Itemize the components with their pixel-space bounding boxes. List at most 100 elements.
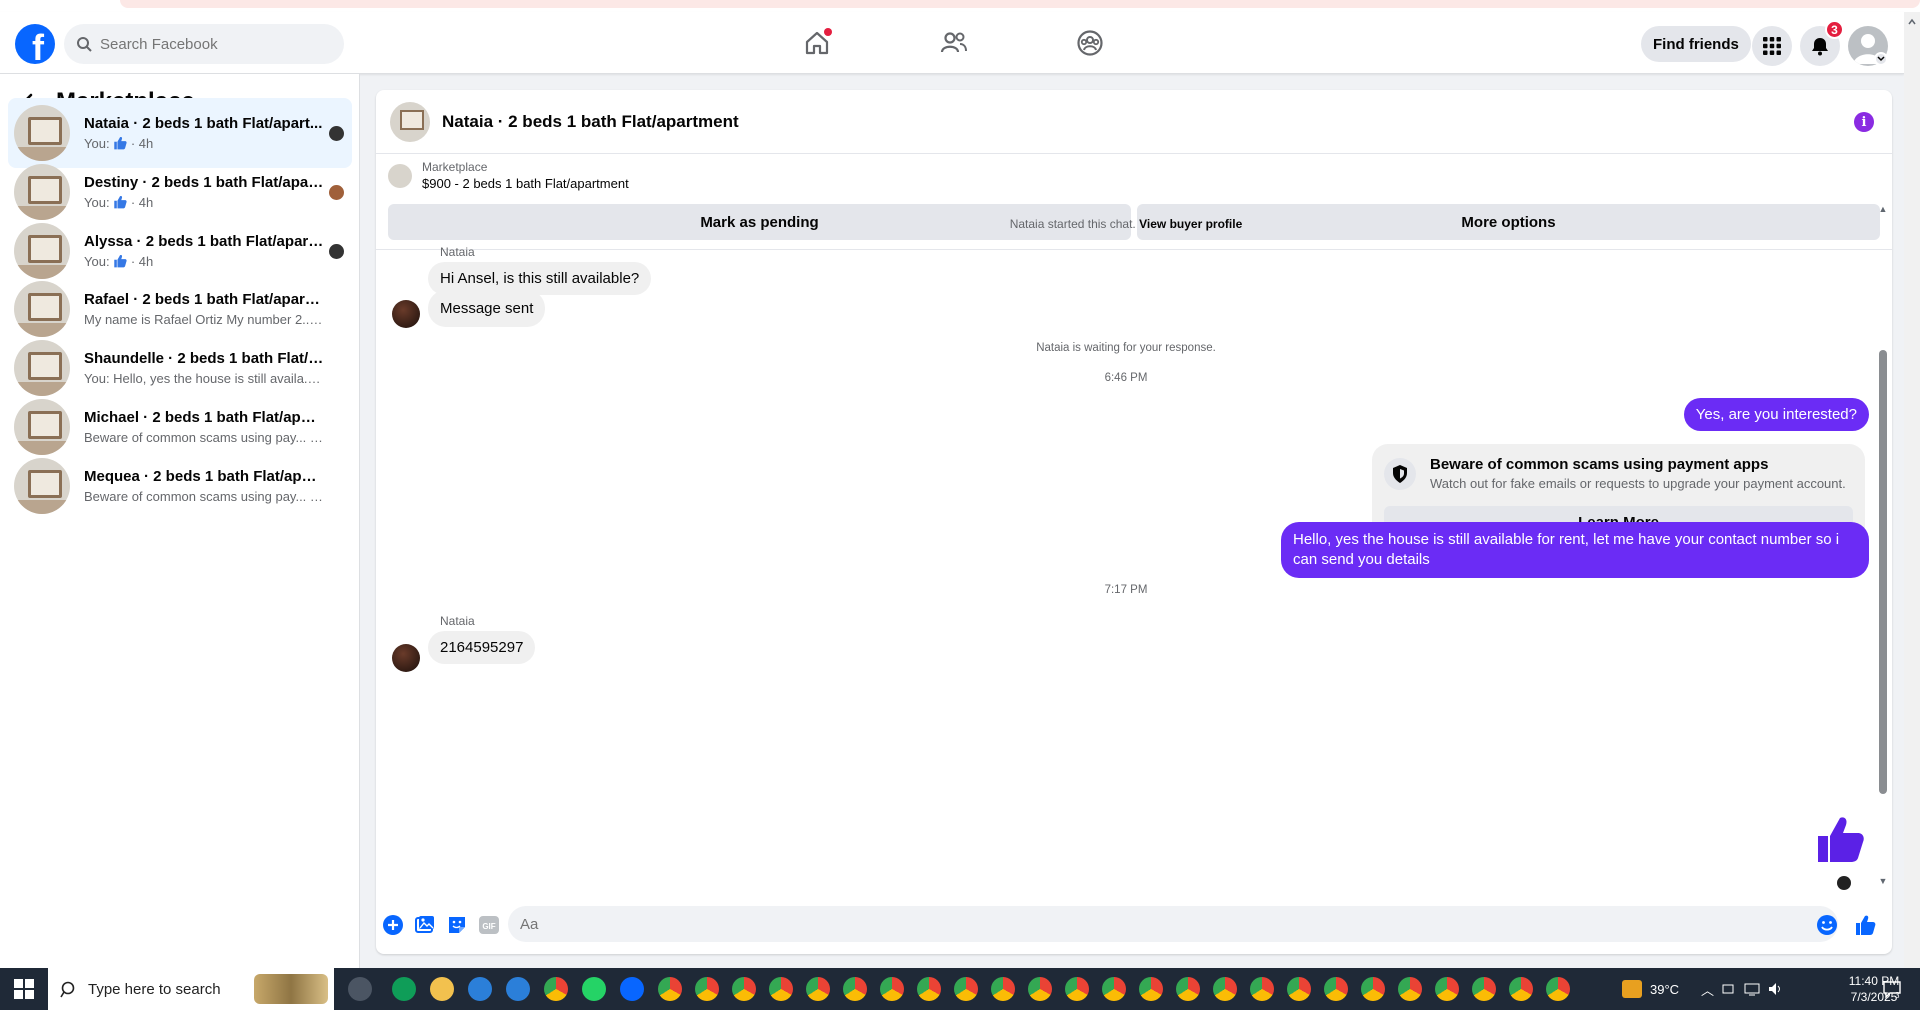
listing-thumbnail[interactable] xyxy=(390,101,430,142)
page-scrollbar[interactable] xyxy=(1904,12,1920,968)
chevron-up-icon[interactable]: ︿ xyxy=(1701,980,1714,999)
notification-center-icon[interactable]: 3 xyxy=(1882,979,1902,999)
chevron-down-icon xyxy=(1877,56,1885,62)
incoming-message[interactable]: 2164595297 xyxy=(428,631,536,664)
sender-avatar[interactable] xyxy=(392,644,420,672)
chrome-profile-icon[interactable] xyxy=(1361,977,1385,1001)
chrome-profile-icon[interactable] xyxy=(769,977,793,1001)
preview-text: You: xyxy=(84,136,110,151)
chrome-profile-icon[interactable] xyxy=(917,977,941,1001)
chrome-icon[interactable] xyxy=(544,977,568,1001)
incoming-message[interactable]: Message sent xyxy=(428,290,546,327)
info-icon[interactable]: i xyxy=(1854,112,1874,132)
chrome-profile-icon[interactable] xyxy=(1028,977,1052,1001)
windows-start-icon[interactable] xyxy=(14,979,34,999)
chrome-profile-icon[interactable] xyxy=(1509,977,1533,1001)
send-like-button[interactable] xyxy=(1854,914,1876,936)
facebook-logo[interactable]: f xyxy=(15,24,55,64)
sender-avatar[interactable] xyxy=(392,300,420,328)
sticker-button[interactable] xyxy=(446,914,468,936)
search-highlight-image xyxy=(254,974,328,1004)
conversation-item[interactable]: Mequea · 2 beds 1 bath Flat/apart... Bewa… xyxy=(8,451,352,521)
groups-icon xyxy=(1077,30,1103,56)
task-view-icon[interactable] xyxy=(348,977,372,1001)
chrome-profile-icon[interactable] xyxy=(1139,977,1163,1001)
seen-indicator-avatar xyxy=(329,184,344,200)
gif-icon: GIF xyxy=(479,916,499,934)
chrome-profile-icon[interactable] xyxy=(843,977,867,1001)
listing-thumbnail xyxy=(14,281,70,338)
gif-button[interactable]: GIF xyxy=(478,914,500,936)
emoji-button[interactable] xyxy=(1816,914,1838,936)
listing-thumbnail xyxy=(14,457,70,514)
weather-temperature[interactable]: 39°C xyxy=(1650,982,1679,997)
chrome-profile-icon[interactable] xyxy=(1213,977,1237,1001)
listing-thumbnail xyxy=(14,222,70,279)
taskbar-search-placeholder: Type here to search xyxy=(88,980,221,998)
network-icon[interactable] xyxy=(1744,982,1760,996)
weather-icon[interactable] xyxy=(1622,980,1642,998)
chrome-profile-icon[interactable] xyxy=(806,977,830,1001)
chrome-profile-icon[interactable] xyxy=(1102,977,1126,1001)
sender-name: Nataia xyxy=(440,245,475,259)
smiley-icon xyxy=(1817,915,1837,935)
chrome-profile-icon[interactable] xyxy=(732,977,756,1001)
chrome-profile-icon[interactable] xyxy=(1324,977,1348,1001)
scroll-up-arrow[interactable]: ▲ xyxy=(1876,204,1890,216)
search-icon xyxy=(77,37,92,52)
thumbs-up-icon[interactable] xyxy=(1812,814,1866,864)
scroll-down-arrow[interactable]: ▼ xyxy=(1876,876,1890,888)
conversation-preview: You: · 4h xyxy=(84,195,324,210)
outgoing-message[interactable]: Hello, yes the house is still available … xyxy=(1281,522,1869,578)
chrome-profile-icon[interactable] xyxy=(1435,977,1459,1001)
conversation-preview: My name is Rafael Ortiz My number 2... ·… xyxy=(84,312,324,327)
chat-scrollbar-thumb[interactable] xyxy=(1879,350,1887,794)
chrome-profile-icon[interactable] xyxy=(1398,977,1422,1001)
search-icon xyxy=(60,981,75,998)
volume-icon[interactable] xyxy=(1768,982,1784,996)
attach-photo-button[interactable] xyxy=(414,914,436,936)
find-friends-button[interactable]: Find friends xyxy=(1641,26,1751,62)
facebook-app-icon[interactable] xyxy=(620,977,644,1001)
chrome-profile-icon[interactable] xyxy=(1472,977,1496,1001)
view-buyer-profile-link[interactable]: View buyer profile xyxy=(1139,217,1242,231)
listing-summary[interactable]: Marketplace $900 - 2 beds 1 bath Flat/ap… xyxy=(388,160,1878,191)
store-icon[interactable] xyxy=(468,977,492,1001)
edge-icon[interactable] xyxy=(392,977,416,1001)
chrome-profile-icon[interactable] xyxy=(954,977,978,1001)
message-input[interactable] xyxy=(520,915,1720,933)
file-explorer-icon[interactable] xyxy=(430,977,454,1001)
chat-title[interactable]: Nataia · 2 beds 1 bath Flat/apartment xyxy=(442,112,739,132)
meet-icon[interactable] xyxy=(1722,982,1736,996)
chrome-profile-icon[interactable] xyxy=(1250,977,1274,1001)
outgoing-message[interactable]: Yes, are you interested? xyxy=(1683,398,1869,431)
home-nav[interactable] xyxy=(800,26,834,60)
facebook-header: f Find friends 3 xyxy=(0,12,1904,74)
chrome-profile-icon[interactable] xyxy=(1287,977,1311,1001)
friends-nav[interactable] xyxy=(937,26,971,60)
browser-tab-strip xyxy=(0,0,1920,12)
friends-icon xyxy=(940,32,967,53)
chrome-profile-icon[interactable] xyxy=(1176,977,1200,1001)
chrome-profile-icon[interactable] xyxy=(1065,977,1089,1001)
groups-nav[interactable] xyxy=(1073,26,1107,60)
account-menu-chevron[interactable] xyxy=(1874,52,1888,66)
preview-time: · 4h xyxy=(130,136,154,151)
conversation-title: Rafael · 2 beds 1 bath Flat/apartm... xyxy=(84,291,324,309)
scroll-up-arrow[interactable] xyxy=(1908,16,1916,28)
chrome-profile-icon[interactable] xyxy=(658,977,682,1001)
chrome-profile-icon[interactable] xyxy=(695,977,719,1001)
search-bar[interactable] xyxy=(64,24,344,64)
whatsapp-icon[interactable] xyxy=(582,977,606,1001)
search-input[interactable] xyxy=(100,35,320,53)
scam-warning-description: Watch out for fake emails or requests to… xyxy=(1430,476,1846,491)
chrome-profile-icon[interactable] xyxy=(880,977,904,1001)
notifications-button[interactable]: 3 xyxy=(1800,20,1844,66)
message-input-container[interactable] xyxy=(508,906,1838,942)
taskbar-search[interactable]: Type here to search xyxy=(48,968,334,1010)
more-actions-button[interactable] xyxy=(382,914,404,936)
mail-icon[interactable] xyxy=(506,977,530,1001)
menu-button[interactable] xyxy=(1752,26,1792,66)
chrome-profile-icon[interactable] xyxy=(991,977,1015,1001)
chrome-profile-icon[interactable] xyxy=(1546,977,1570,1001)
